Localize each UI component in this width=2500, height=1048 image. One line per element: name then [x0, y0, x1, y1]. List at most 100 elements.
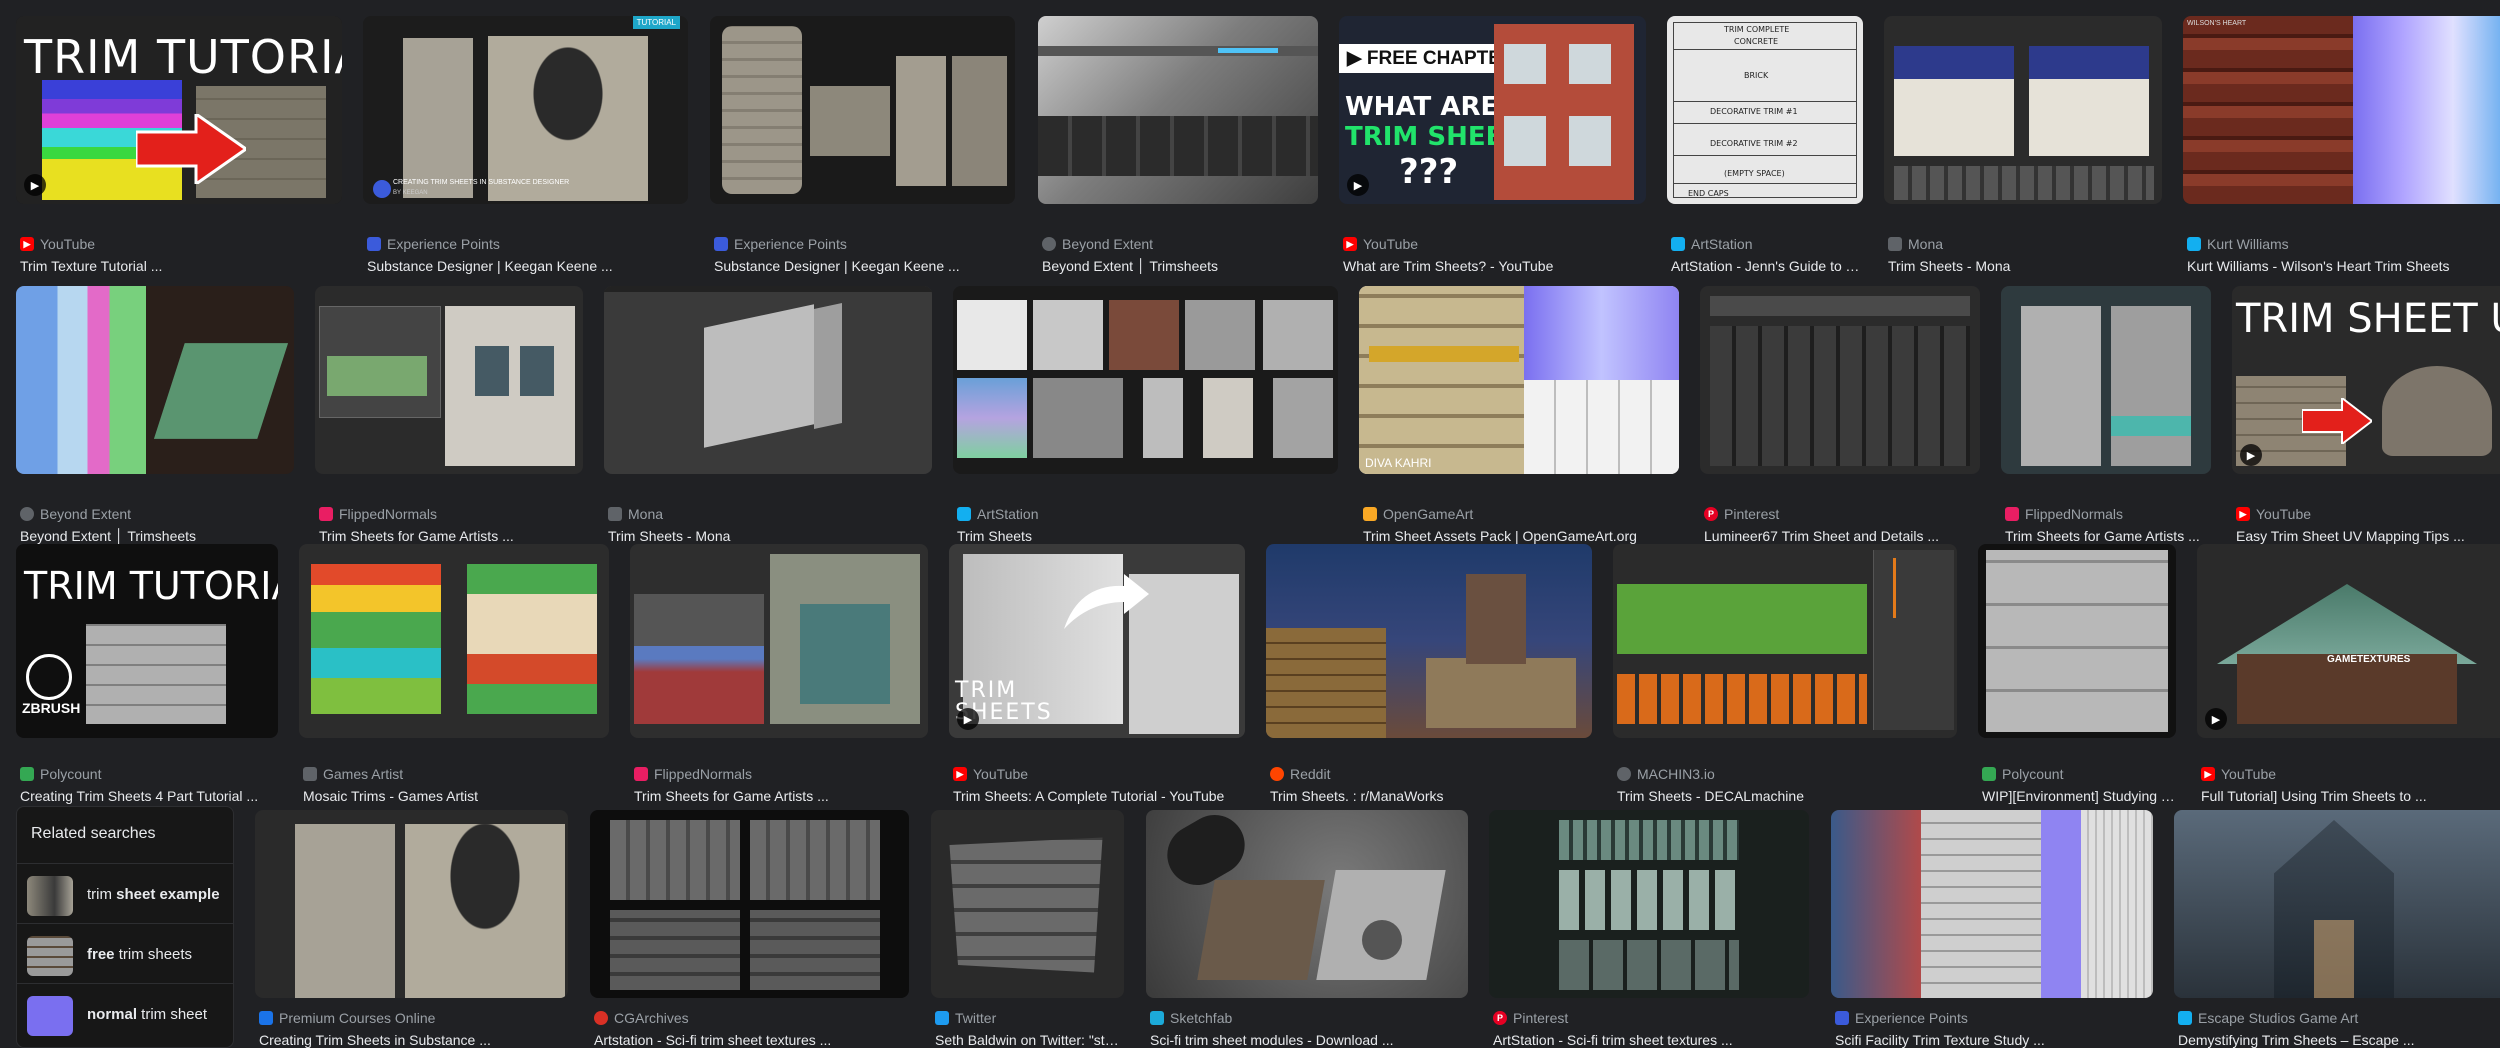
result-title[interactable]: Scifi Facility Trim Texture Study ...	[1835, 1032, 2153, 1048]
thumbnail[interactable]	[255, 810, 568, 998]
result-source[interactable]: Experience Points	[714, 236, 847, 252]
thumbnail[interactable]	[1831, 810, 2153, 998]
result-title[interactable]: Trim Sheets: A Complete Tutorial - YouTu…	[953, 788, 1245, 804]
thumbnail[interactable]	[953, 286, 1338, 474]
result-source[interactable]: Premium Courses Online	[259, 1010, 435, 1026]
result-source[interactable]: Escape Studios Game Art	[2178, 1010, 2358, 1026]
thumbnail[interactable]	[710, 16, 1015, 204]
thumbnail[interactable]: TUTORIAL CREATING TRIM SHEETS IN SUBSTAN…	[363, 16, 688, 204]
result-title[interactable]: Trim Sheet Assets Pack | OpenGameArt.org	[1363, 528, 1679, 544]
result-title[interactable]: Trim Sheets - Mona	[1888, 258, 2162, 274]
thumbnail[interactable]	[1700, 286, 1980, 474]
result-source[interactable]: CGArchives	[594, 1010, 689, 1026]
result-title[interactable]: Trim Sheets for Game Artists ...	[634, 788, 928, 804]
result-source[interactable]: FlippedNormals	[319, 506, 437, 522]
thumbnail[interactable]	[299, 544, 609, 738]
result-source[interactable]: ▶ YouTube	[2201, 766, 2276, 782]
result-source[interactable]: Experience Points	[367, 236, 500, 252]
result-source[interactable]: Experience Points	[1835, 1010, 1968, 1026]
result-source[interactable]: FlippedNormals	[2005, 506, 2123, 522]
result-source[interactable]: P Pinterest	[1704, 506, 1779, 522]
thumbnail[interactable]	[1613, 544, 1957, 738]
result-source[interactable]: Polycount	[20, 766, 101, 782]
result-title[interactable]: Demystifying Trim Sheets – Escape ...	[2178, 1032, 2500, 1048]
result-title[interactable]: Kurt Williams - Wilson's Heart Trim Shee…	[2187, 258, 2500, 274]
thumbnail[interactable]: ▶ FREE CHAPTER WHAT ARE TRIM SHEETS ??? …	[1339, 16, 1646, 204]
thumbnail[interactable]: TRIM SHEET UVS ▶	[2232, 286, 2500, 474]
thumbnail[interactable]: GAMETEXTURES ▶	[2197, 544, 2500, 738]
result-source[interactable]: Beyond Extent	[1042, 236, 1153, 252]
result-title[interactable]: Trim Sheets - Mona	[608, 528, 932, 544]
result-source[interactable]: OpenGameArt	[1363, 506, 1473, 522]
result-title[interactable]: Beyond Extent │ Trimsheets	[20, 528, 294, 544]
result-title[interactable]: Lumineer67 Trim Sheet and Details ...	[1704, 528, 1980, 544]
result-source[interactable]: Beyond Extent	[20, 506, 131, 522]
result-title[interactable]: Trim Sheets for Game Artists ...	[319, 528, 583, 544]
result-source[interactable]: P Pinterest	[1493, 1010, 1568, 1026]
result-title[interactable]: Trim Sheets. : r/ManaWorks	[1270, 788, 1592, 804]
source-label: Beyond Extent	[40, 506, 132, 522]
thumbnail[interactable]	[931, 810, 1124, 998]
result-title[interactable]: Trim Sheets - DECALmachine	[1617, 788, 1957, 804]
result-title[interactable]: Sci-fi trim sheet modules - Download ...	[1150, 1032, 1468, 1048]
result-title[interactable]: Easy Trim Sheet UV Mapping Tips ...	[2236, 528, 2500, 544]
related-search-item[interactable]: normal trim sheet	[17, 983, 233, 1044]
thumbnail[interactable]	[1146, 810, 1468, 998]
result-title[interactable]: Mosaic Trims - Games Artist	[303, 788, 609, 804]
result-source[interactable]: Mona	[608, 506, 663, 522]
result-source[interactable]: MACHIN3.io	[1617, 766, 1715, 782]
related-search-item[interactable]: trim sheet example	[17, 863, 233, 924]
thumbnail[interactable]	[1038, 16, 1318, 204]
thumbnail[interactable]: TRIM COMPLETE CONCRETE BRICK DECORATIVE …	[1667, 16, 1863, 204]
thumbnail[interactable]	[16, 286, 294, 474]
thumbnail[interactable]: WILSON'S HEART	[2183, 16, 2500, 204]
result-title[interactable]: Creating Trim Sheets 4 Part Tutorial ...	[20, 788, 278, 804]
thumbnail[interactable]	[604, 286, 932, 474]
result-title[interactable]: Artstation - Sci-fi trim sheet textures …	[594, 1032, 909, 1048]
result-source[interactable]: Reddit	[1270, 766, 1330, 782]
result-title[interactable]: Beyond Extent │ Trimsheets	[1042, 258, 1318, 274]
result-source[interactable]: ArtStation	[957, 506, 1038, 522]
thumbnail[interactable]	[2174, 810, 2500, 998]
result-source[interactable]: Sketchfab	[1150, 1010, 1232, 1026]
result-source[interactable]: Twitter	[935, 1010, 996, 1026]
result-source[interactable]: Games Artist	[303, 766, 403, 782]
thumbnail[interactable]: TRIM SHEETS ▶	[949, 544, 1245, 738]
result-source[interactable]: ▶ YouTube	[2236, 506, 2311, 522]
result-title[interactable]: Substance Designer | Keegan Keene ...	[367, 258, 689, 274]
thumbnail[interactable]: TRIM TUTORIAL ▶	[16, 16, 342, 204]
thumbnail[interactable]	[1884, 16, 2162, 204]
result-source[interactable]: ArtStation	[1671, 236, 1752, 252]
result-source[interactable]: Mona	[1888, 236, 1943, 252]
related-search-item[interactable]: free trim sheets	[17, 923, 233, 984]
result-source[interactable]: FlippedNormals	[634, 766, 752, 782]
thumbnail[interactable]	[1978, 544, 2176, 738]
result-title[interactable]: Creating Trim Sheets in Substance ...	[259, 1032, 568, 1048]
result-source[interactable]: ▶ YouTube	[20, 236, 95, 252]
result-title[interactable]: Substance Designer | Keegan Keene ...	[714, 258, 1014, 274]
thumbnail[interactable]	[1266, 544, 1592, 738]
result-title[interactable]: ArtStation - Sci-fi trim sheet textures …	[1493, 1032, 1809, 1048]
result-title[interactable]: Trim Sheets	[957, 528, 1338, 544]
result-source[interactable]: Polycount	[1982, 766, 2063, 782]
result-source[interactable]: ▶ YouTube	[953, 766, 1028, 782]
polycount-favicon-icon	[20, 767, 34, 781]
thumbnail[interactable]	[315, 286, 583, 474]
result-source[interactable]: Kurt Williams	[2187, 236, 2289, 252]
result-title[interactable]: ArtStation - Jenn's Guide to Tr...	[1671, 258, 1863, 274]
thumbnail[interactable]	[630, 544, 928, 738]
result-source[interactable]: ▶ YouTube	[1343, 236, 1418, 252]
result-title[interactable]: Trim Texture Tutorial ...	[20, 258, 342, 274]
pinterest-favicon-icon: P	[1704, 507, 1718, 521]
thumbnail[interactable]: TRIM TUTORIAL ZBRUSH	[16, 544, 278, 738]
result-title[interactable]: WIP][Environment] Studying T...	[1982, 788, 2176, 804]
result-title[interactable]: What are Trim Sheets? - YouTube	[1343, 258, 1646, 274]
result-title[interactable]: Seth Baldwin on Twitter: "styli...	[935, 1032, 1124, 1048]
result-title[interactable]: Full Tutorial] Using Trim Sheets to ...	[2201, 788, 2500, 804]
thumbnail[interactable]: DIVA KAHRI	[1359, 286, 1679, 474]
thumbnail[interactable]	[590, 810, 909, 998]
thumbnail[interactable]	[1489, 810, 1809, 998]
thumbnail[interactable]	[2001, 286, 2211, 474]
related-search-label: trim sheet example	[87, 886, 220, 903]
result-title[interactable]: Trim Sheets for Game Artists ...	[2005, 528, 2211, 544]
